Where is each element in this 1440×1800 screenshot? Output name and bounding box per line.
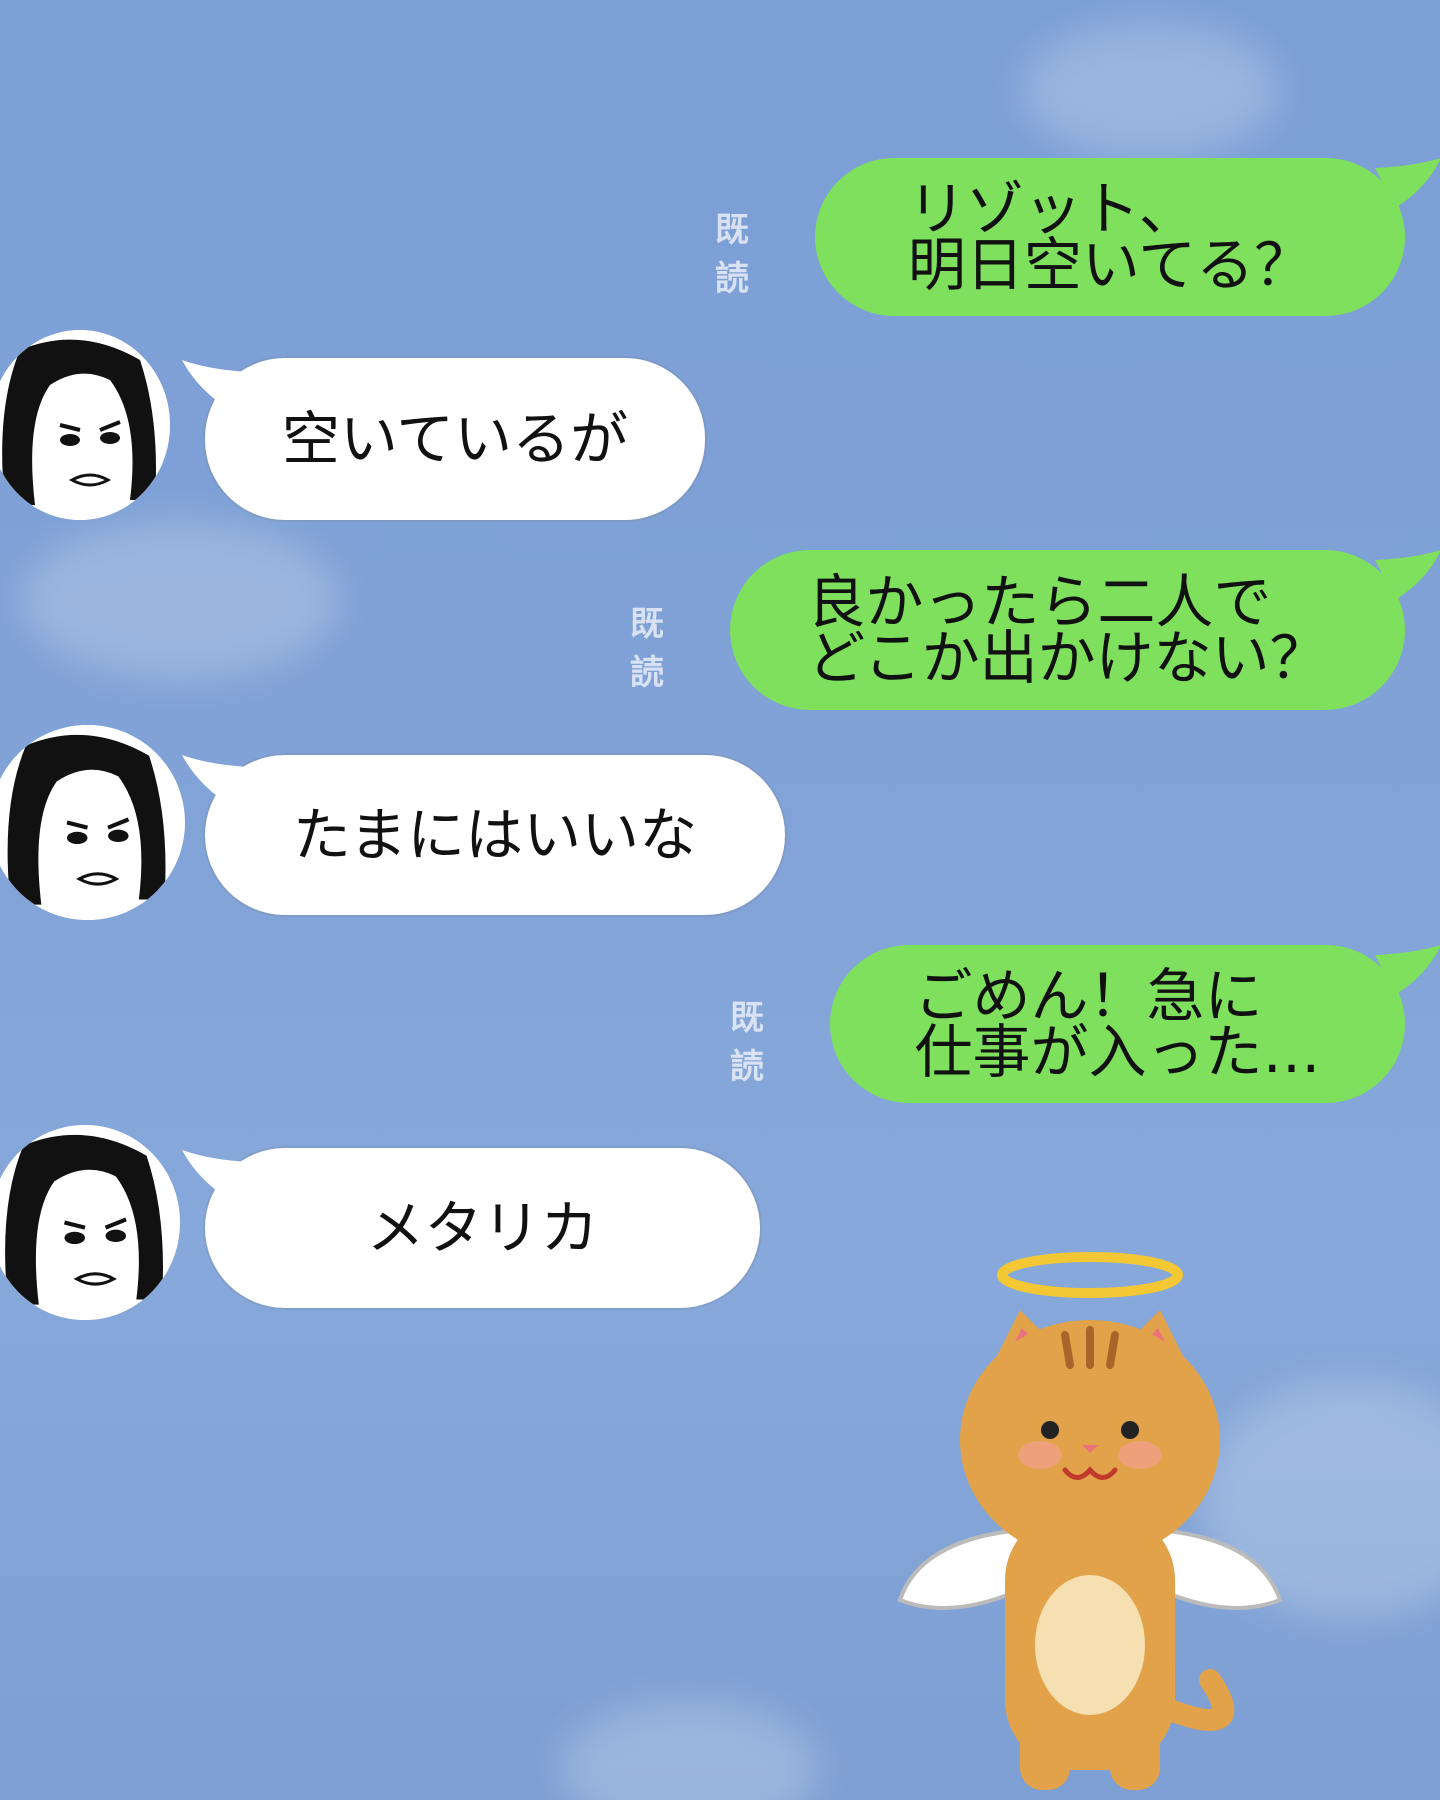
avatar[interactable]	[0, 1125, 180, 1320]
message-bubble[interactable]: メタリカ	[205, 1148, 760, 1308]
cloud-decoration	[560, 1700, 820, 1800]
message-text: メタリカ	[366, 1194, 599, 1262]
bubble-tail	[182, 1150, 250, 1200]
sketched-face-avatar-icon	[0, 725, 180, 920]
bubble-tail	[1375, 945, 1440, 995]
message-text: リゾット、 明日空いてる？	[907, 175, 1313, 299]
message-bubble[interactable]: 良かったら二人で どこか出かけない？	[730, 550, 1405, 710]
bubble-tail	[1375, 158, 1440, 208]
cloud-decoration	[1020, 20, 1280, 160]
bubble-tail	[182, 755, 250, 805]
message-text: たまにはいいな	[292, 801, 698, 869]
read-receipt: 既読	[730, 998, 765, 1087]
bubble-tail	[182, 360, 250, 410]
message-bubble[interactable]: ごめん！急に 仕事が入った…	[830, 945, 1405, 1103]
avatar[interactable]	[0, 725, 185, 920]
message-text: ごめん！急に 仕事が入った…	[914, 962, 1321, 1086]
message-bubble[interactable]: 空いているが	[205, 358, 705, 520]
angel-cat-sticker-icon[interactable]	[880, 1240, 1300, 1800]
message-bubble[interactable]: たまにはいいな	[205, 755, 785, 915]
sketched-face-avatar-icon	[0, 1125, 178, 1320]
message-bubble[interactable]: リゾット、 明日空いてる？	[815, 158, 1405, 316]
message-text: 良かったら二人で どこか出かけない？	[807, 568, 1328, 692]
read-receipt: 既読	[630, 604, 665, 693]
avatar[interactable]	[0, 330, 170, 520]
cloud-decoration	[20, 520, 340, 680]
chat-area[interactable]: 既読 リゾット、 明日空いてる？ 空いているが 既読 良かったら二人で どこか出…	[0, 0, 1440, 1800]
sketched-face-avatar-icon	[0, 330, 170, 520]
bubble-tail	[1375, 550, 1440, 600]
read-receipt: 既読	[715, 210, 750, 299]
message-text: 空いているが	[281, 405, 629, 473]
